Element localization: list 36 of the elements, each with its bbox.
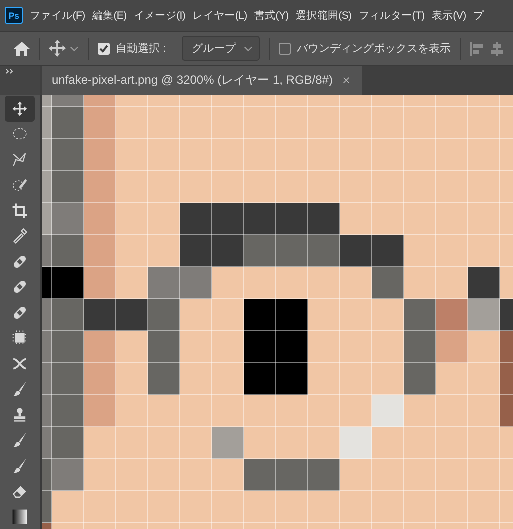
menu-item[interactable]: フィルター(T): [358, 8, 425, 22]
eraser-icon: [12, 483, 28, 500]
menu-item[interactable]: 選択範囲(S): [296, 8, 352, 22]
lasso-icon: [12, 152, 28, 168]
checkbox[interactable]: [279, 42, 292, 54]
checkbox-label: バウンディングボックスを表示: [297, 42, 452, 56]
home-icon[interactable]: [14, 42, 30, 56]
chevron-down-icon[interactable]: [70, 46, 79, 52]
checkbox-label: 自動選択 :: [116, 42, 166, 56]
brush-icon: [12, 381, 28, 398]
menu-item[interactable]: ファイル(F): [30, 8, 86, 22]
menu-item[interactable]: プ: [473, 8, 484, 22]
quick-select-icon: [12, 177, 28, 194]
crop-icon: [12, 202, 28, 219]
move-icon[interactable]: [49, 40, 66, 57]
menu-item[interactable]: レイヤー(L): [192, 8, 248, 22]
close-icon[interactable]: [342, 77, 350, 84]
menu-item[interactable]: 編集(E): [92, 8, 127, 22]
document-tab[interactable]: unfake-pixel-art.png @ 3200% (レイヤー 1, RGB/8#): [42, 66, 362, 95]
chip-icon: [12, 330, 28, 346]
ellipse-marquee-icon: [12, 126, 28, 142]
crossed-arrows-icon: [12, 356, 28, 372]
app-logo[interactable]: Ps: [5, 7, 23, 24]
chevron-down-icon: [244, 46, 254, 52]
gradient-icon: [12, 508, 28, 525]
menu-item[interactable]: イメージ(I): [134, 8, 186, 22]
dropdown[interactable]: グループ: [182, 36, 260, 61]
expand-panel-icon[interactable]: [6, 69, 14, 74]
menu-item[interactable]: 表示(V): [432, 8, 466, 22]
history-brush-icon: [12, 432, 28, 448]
brush-icon: [12, 458, 28, 474]
move-icon: [12, 100, 28, 117]
eyedropper-icon: [12, 228, 28, 244]
menu-item[interactable]: 書式(Y): [254, 8, 289, 22]
stamp-icon: [12, 406, 28, 423]
tool-button[interactable]: [5, 96, 35, 122]
